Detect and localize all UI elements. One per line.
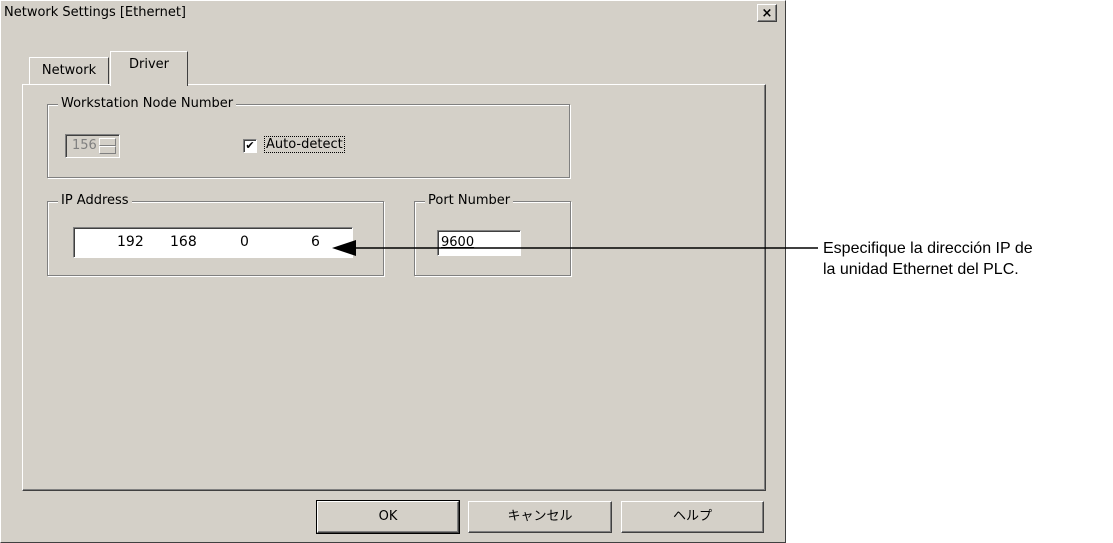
tab-network[interactable]: Network	[29, 57, 109, 84]
close-icon: ×	[761, 5, 773, 21]
tab-driver[interactable]: Driver	[110, 51, 188, 86]
ip-octet-1[interactable]: 192	[117, 234, 144, 250]
port-number-value: 9600	[441, 235, 475, 250]
node-number-group-label: Workstation Node Number	[58, 96, 237, 112]
ip-octet-4[interactable]: 6	[311, 234, 320, 250]
cancel-button[interactable]: キャンセル	[468, 501, 612, 533]
close-button[interactable]: ×	[757, 4, 777, 22]
annotation-line-1: Especifique la dirección IP de	[823, 240, 1033, 257]
node-number-value: 156	[72, 138, 97, 153]
annotation-line-2: la unidad Ethernet del PLC.	[823, 261, 1019, 278]
annotation-text: Especifique la dirección IP de la unidad…	[823, 238, 1113, 280]
port-number-group-label: Port Number	[425, 193, 514, 209]
ip-octet-2[interactable]: 168	[170, 234, 197, 250]
spin-down-icon[interactable]	[99, 146, 116, 154]
auto-detect-label[interactable]: Auto-detect	[264, 136, 345, 153]
ip-address-input[interactable]: 192 168 0 6	[73, 227, 353, 258]
node-number-stepper[interactable]: 156	[65, 134, 120, 158]
port-number-input[interactable]: 9600	[437, 230, 521, 256]
ip-address-group-label: IP Address	[58, 193, 132, 209]
auto-detect-checkbox[interactable]: ✔	[243, 139, 257, 153]
ip-octet-3[interactable]: 0	[240, 234, 249, 250]
window-title: Network Settings [Ethernet]	[4, 5, 187, 20]
check-mark-icon: ✔	[245, 139, 255, 152]
network-settings-dialog: Network Settings [Ethernet] × Network Dr…	[0, 0, 786, 543]
node-number-spin-buttons[interactable]	[99, 138, 116, 154]
ok-button[interactable]: OK	[316, 500, 460, 534]
spin-up-icon[interactable]	[99, 138, 116, 146]
help-button[interactable]: ヘルプ	[621, 501, 764, 533]
title-bar[interactable]: Network Settings [Ethernet] ×	[1, 1, 785, 26]
